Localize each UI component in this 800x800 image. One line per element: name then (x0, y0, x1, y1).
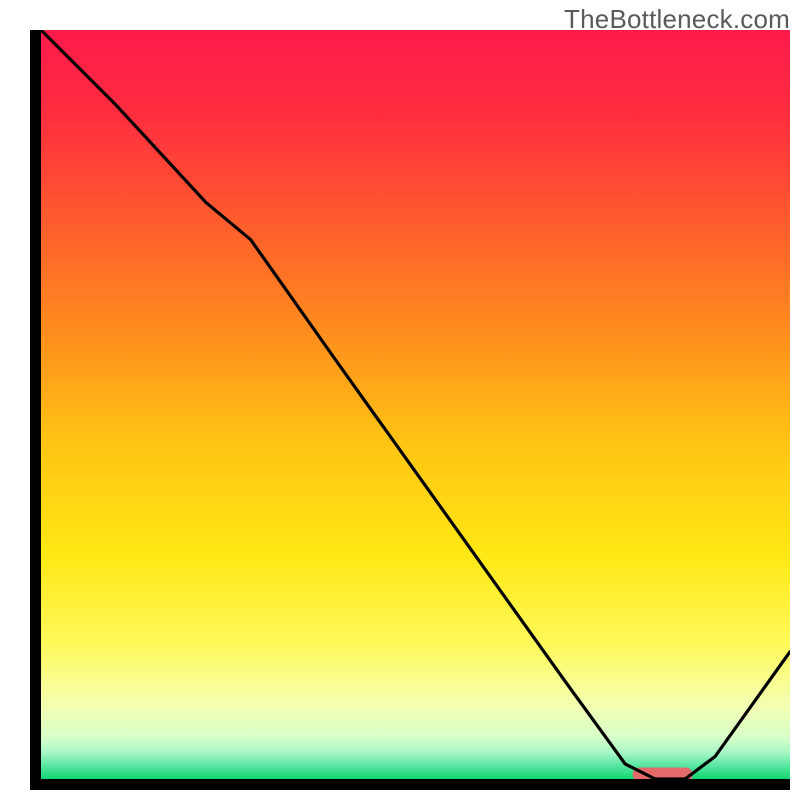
plot-background (41, 30, 790, 779)
bottleneck-chart (30, 30, 790, 790)
y-axis (30, 30, 41, 790)
plot-area (41, 30, 790, 782)
chart-container: TheBottleneck.com (0, 0, 800, 800)
x-axis (30, 779, 790, 790)
